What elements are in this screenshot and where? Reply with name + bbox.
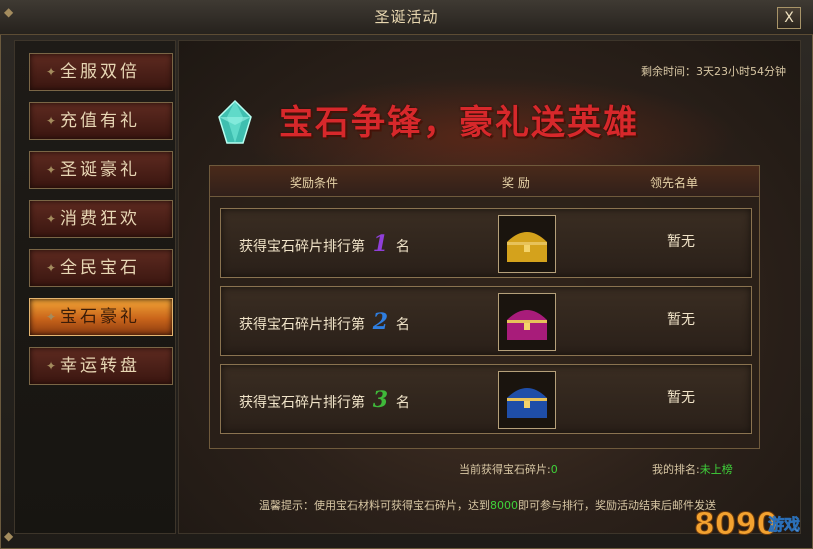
reward-condition: 获得宝石碎片排行第 3 名	[239, 387, 410, 413]
sidebar: ✦ 全服双倍 ✦ 充值有礼 ✦ 圣诞豪礼 ✦ 消费狂欢 ✦ 全民宝石 ✦ 宝石豪…	[14, 40, 176, 534]
table-row: 获得宝石碎片排行第 3 名 暂无	[220, 364, 752, 434]
sidebar-item-label: 圣诞豪礼	[60, 160, 140, 180]
leader-value: 暂无	[667, 312, 695, 328]
tip-threshold: 8000	[490, 499, 518, 512]
close-button[interactable]: X	[777, 7, 801, 29]
sidebar-item-recharge-gift[interactable]: ✦ 充值有礼	[29, 102, 173, 140]
gem-icon	[218, 99, 252, 144]
reward-condition: 获得宝石碎片排行第 2 名	[239, 309, 410, 335]
sidebar-item-christmas-gift[interactable]: ✦ 圣诞豪礼	[29, 151, 173, 189]
header-condition: 奖励条件	[290, 176, 339, 190]
banner-title: 宝石争锋，豪礼送英雄	[279, 103, 639, 143]
site-logo: 8090 游戏	[694, 507, 801, 543]
header-reward: 奖 励	[502, 176, 530, 190]
sidebar-item-gem-gift[interactable]: ✦ 宝石豪礼	[29, 298, 173, 336]
sidebar-item-label: 全服双倍	[60, 62, 140, 82]
condition-text: 获得宝石碎片排行第	[239, 395, 365, 411]
time-remaining: 剩余时间：3天23小时54分钟	[641, 65, 786, 78]
condition-text: 获得宝石碎片排行第	[239, 317, 365, 333]
knob-ornament-icon: ✦	[46, 163, 60, 177]
header-leader: 领先名单	[650, 176, 699, 190]
sidebar-item-label: 全民宝石	[60, 258, 140, 278]
knob-ornament-icon: ✦	[46, 212, 60, 226]
sidebar-item-label: 幸运转盘	[60, 356, 140, 376]
table-row: 获得宝石碎片排行第 1 名 暂无	[220, 208, 752, 278]
tip-suffix: 即可参与排行，奖励活动结束后邮件发送	[518, 499, 716, 512]
svg-text:游戏: 游戏	[768, 515, 800, 534]
tip-prefix: 温馨提示：使用宝石材料可获得宝石碎片，达到	[259, 499, 490, 512]
table-header: 奖励条件 奖 励 领先名单	[210, 166, 759, 197]
sidebar-item-label: 消费狂欢	[60, 209, 140, 229]
current-fragments: 当前获得宝石碎片:0	[459, 461, 558, 477]
sidebar-item-all-gems[interactable]: ✦ 全民宝石	[29, 249, 173, 287]
my-rank: 我的排名:未上榜	[652, 461, 733, 477]
rank-number: 2	[372, 309, 389, 335]
rank-number: 1	[372, 231, 389, 257]
leader-value: 暂无	[667, 234, 695, 250]
treasure-chest-icon[interactable]	[498, 371, 556, 429]
tip-text: 温馨提示：使用宝石材料可获得宝石碎片，达到8000即可参与排行，奖励活动结束后邮…	[259, 497, 716, 513]
condition-suffix: 名	[395, 239, 410, 255]
treasure-chest-icon[interactable]	[498, 215, 556, 273]
sidebar-item-label: 宝石豪礼	[60, 307, 140, 327]
corner-ornament-icon: ◆	[4, 5, 14, 19]
window-title: 圣诞活动	[374, 8, 439, 26]
rank-number: 3	[372, 387, 389, 413]
knob-ornament-icon: ✦	[46, 310, 60, 324]
sidebar-item-label: 充值有礼	[60, 111, 140, 131]
sidebar-item-lucky-wheel[interactable]: ✦ 幸运转盘	[29, 347, 173, 385]
condition-text: 获得宝石碎片排行第	[239, 239, 365, 255]
table-row: 获得宝石碎片排行第 2 名 暂无	[220, 286, 752, 356]
title-bar: 圣诞活动 X	[0, 0, 813, 35]
knob-ornament-icon: ✦	[46, 261, 60, 275]
leader-value: 暂无	[667, 390, 695, 406]
condition-suffix: 名	[395, 317, 410, 333]
knob-ornament-icon: ✦	[46, 65, 60, 79]
current-value: 0	[550, 463, 558, 476]
main-panel: 剩余时间：3天23小时54分钟 宝石争锋，豪礼送英雄 奖励条件 奖 励 领先名单…	[178, 40, 801, 534]
svg-text:8090: 8090	[694, 507, 778, 542]
sidebar-item-spending-carnival[interactable]: ✦ 消费狂欢	[29, 200, 173, 238]
treasure-chest-icon[interactable]	[498, 293, 556, 351]
knob-ornament-icon: ✦	[46, 114, 60, 128]
my-rank-value: 未上榜	[699, 463, 733, 476]
sidebar-item-double-exp[interactable]: ✦ 全服双倍	[29, 53, 173, 91]
reward-table: 奖励条件 奖 励 领先名单 获得宝石碎片排行第 1 名 暂无 获得宝石碎片排行第	[209, 165, 760, 449]
my-rank-label: 我的排名:	[652, 463, 700, 476]
current-label: 当前获得宝石碎片:	[459, 463, 551, 476]
knob-ornament-icon: ✦	[46, 359, 60, 373]
condition-suffix: 名	[395, 395, 410, 411]
reward-condition: 获得宝石碎片排行第 1 名	[239, 231, 410, 257]
